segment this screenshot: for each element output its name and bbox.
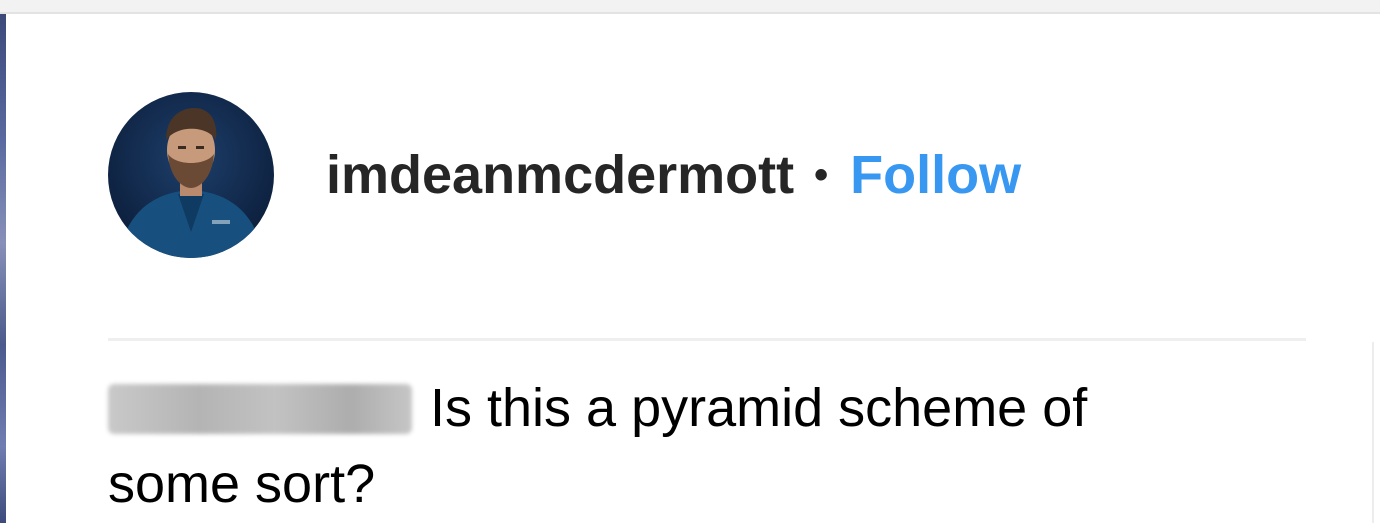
comment: Is this a pyramid scheme of some sort?	[108, 370, 1288, 522]
header-text: imdeanmcdermott • Follow	[326, 148, 1021, 202]
image-edge-strip	[0, 14, 6, 523]
post-header: imdeanmcdermott • Follow	[108, 92, 1021, 258]
instagram-post-panel: imdeanmcdermott • Follow Is this a pyram…	[0, 0, 1380, 523]
separator-dot: •	[814, 153, 829, 197]
username-link[interactable]: imdeanmcdermott	[326, 148, 794, 202]
comment-text-line2: some sort?	[108, 454, 376, 514]
avatar-photo-icon	[108, 92, 274, 258]
avatar[interactable]	[108, 92, 274, 258]
comment-text-line1: Is this a pyramid scheme of	[430, 378, 1088, 438]
follow-button[interactable]: Follow	[850, 148, 1021, 202]
top-border	[0, 0, 1380, 14]
header-divider	[108, 338, 1306, 341]
scroll-edge-rule	[1372, 342, 1374, 523]
blurred-commenter-username[interactable]	[108, 384, 412, 434]
